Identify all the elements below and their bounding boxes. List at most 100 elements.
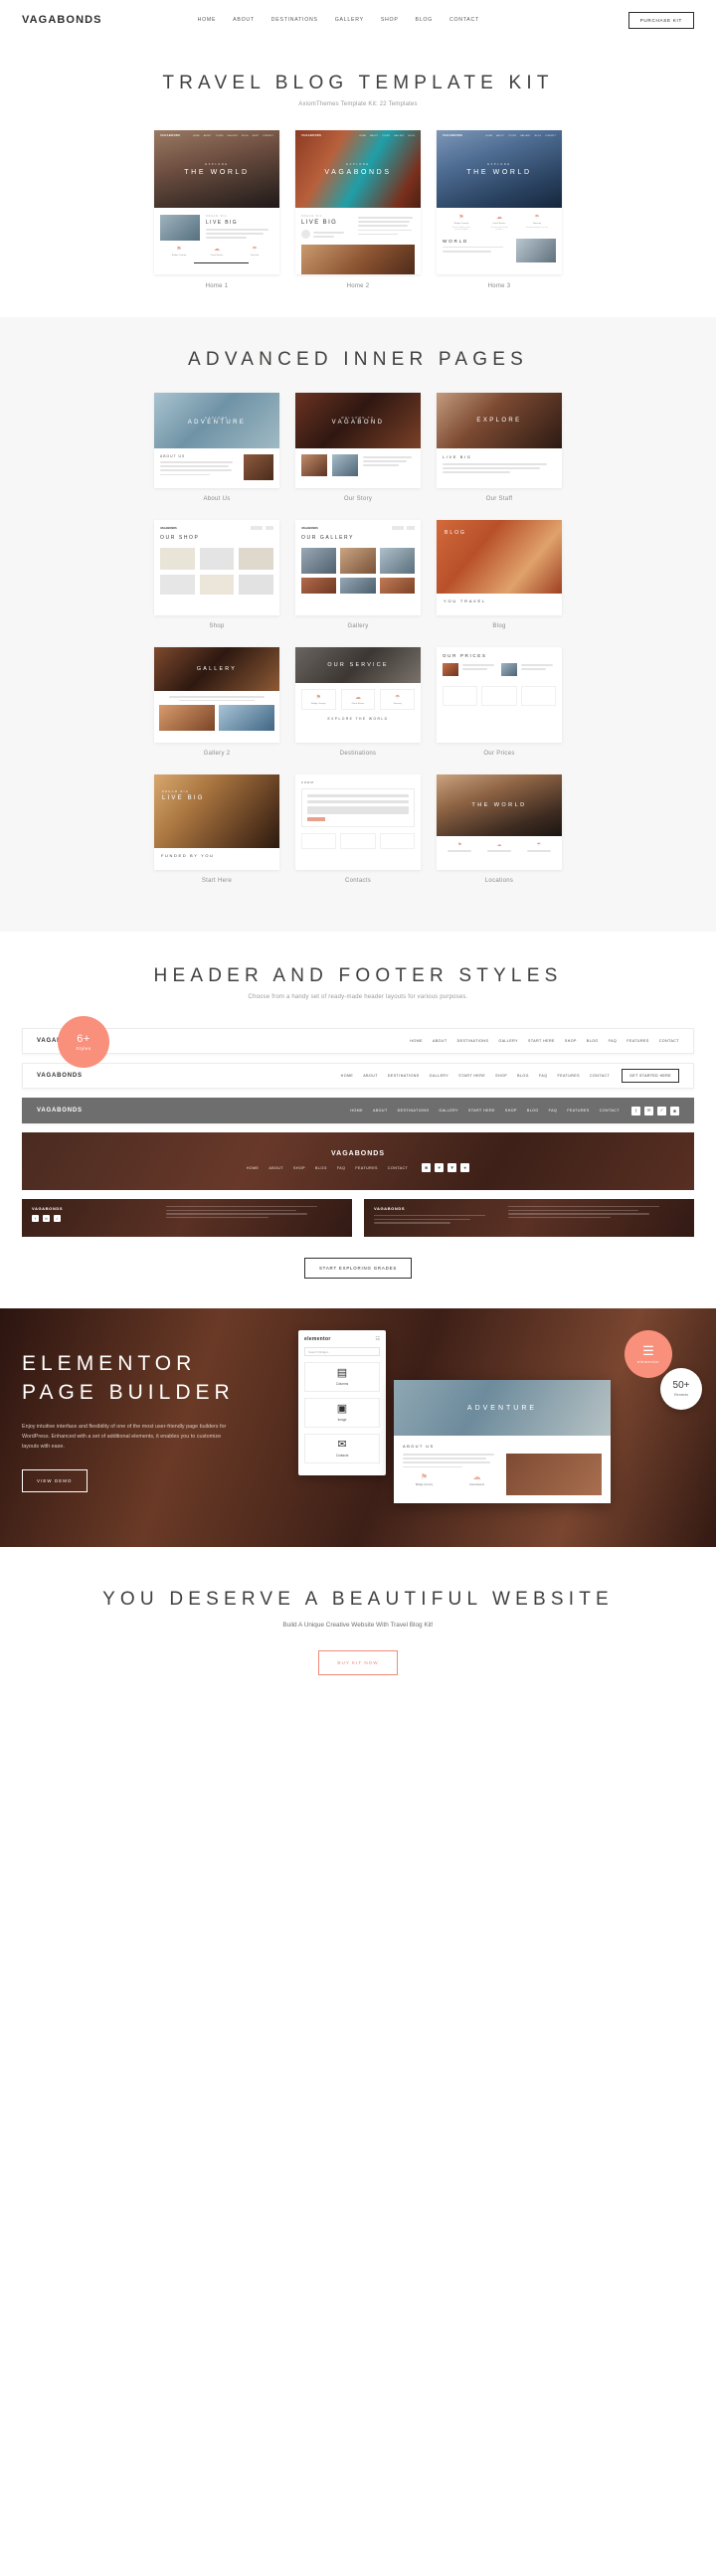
site-logo[interactable]: VAGABONDS bbox=[22, 14, 102, 26]
menu-item[interactable]: GALLERY bbox=[498, 1039, 518, 1043]
header-style-row[interactable]: VAGABONDS HOME ABOUT DESTINATIONS GALLER… bbox=[22, 1098, 694, 1123]
menu-item[interactable]: GALLERY bbox=[430, 1074, 449, 1078]
home-template-preview[interactable]: VAGABONDS HOME ABOUT TOURS GALLERY BLOG … bbox=[437, 130, 562, 274]
elementor-page-preview[interactable]: ADVENTURE ABOUT US ⚑ Bridge Country ☁ Grea… bbox=[394, 1380, 611, 1503]
facebook-icon[interactable]: ■ bbox=[422, 1163, 432, 1172]
widget-search-input[interactable]: Search Widget... bbox=[304, 1347, 380, 1356]
menu-item[interactable]: START HERE bbox=[458, 1074, 485, 1078]
footer-style-card[interactable]: VAGABONDS f ✉ ✓ bbox=[22, 1199, 352, 1237]
home-template-preview[interactable]: VAGABONDS HOME ABOUT TOURS GALLERY BLOG … bbox=[295, 130, 421, 274]
inner-page-preview[interactable]: OUR SERVICE ⚑ Bridge Country ☁ Great Eve… bbox=[295, 647, 421, 743]
inner-page-preview[interactable]: GALLERY bbox=[154, 647, 279, 743]
header-style-photo-row[interactable]: VAGABONDS HOME ABOUT SHOP BLOG FAQ FEATU… bbox=[22, 1132, 694, 1190]
mail-icon[interactable]: ✉ bbox=[43, 1215, 50, 1222]
home-template-card[interactable]: VAGABONDS HOME ABOUT TOURS GALLERY BLOG … bbox=[295, 130, 421, 289]
inner-page-preview[interactable]: EXPLORE ADVENTURE ABOUT US bbox=[154, 393, 279, 488]
menu-item[interactable]: SHOP bbox=[293, 1166, 305, 1170]
twitter-icon[interactable]: ▼ bbox=[448, 1163, 457, 1172]
menu-item[interactable]: CONTACT bbox=[659, 1039, 679, 1043]
inner-page-preview[interactable]: VAGABONDS OUR SHOP bbox=[154, 520, 279, 615]
widget-contacts[interactable]: ✉ Contacts bbox=[304, 1434, 380, 1463]
menu-item[interactable]: FAQ bbox=[549, 1109, 558, 1113]
menu-item[interactable]: BLOG bbox=[527, 1109, 539, 1113]
header-style-cta-button[interactable]: GET STARTED HERE bbox=[622, 1069, 679, 1083]
menu-item[interactable]: CONTACT bbox=[600, 1109, 620, 1113]
inner-page-preview[interactable]: DREAM BIG LIVE BIG FUNDED BY YOU bbox=[154, 774, 279, 870]
menu-item[interactable]: GALLERY bbox=[439, 1109, 458, 1113]
nav-item-home[interactable]: HOME bbox=[198, 17, 217, 23]
menu-item[interactable]: SHOP bbox=[505, 1109, 517, 1113]
menu-item[interactable]: ABOUT bbox=[373, 1109, 388, 1113]
inner-page-card[interactable]: VAGABONDS OUR GALLERY Gallery bbox=[295, 520, 421, 629]
heart-icon[interactable]: ♥ bbox=[435, 1163, 445, 1172]
menu-item[interactable]: BLOG bbox=[315, 1166, 327, 1170]
home-template-card[interactable]: VAGABONDS HOME ABOUT TOURS GALLERY BLOG … bbox=[437, 130, 562, 289]
menu-item[interactable]: FEATURES bbox=[557, 1074, 580, 1078]
menu-item[interactable]: SHOP bbox=[565, 1039, 577, 1043]
buy-kit-now-button[interactable]: BUY KIT NOW bbox=[318, 1650, 398, 1675]
inner-page-card[interactable]: OUR SERVICE ⚑ Bridge Country ☁ Great Eve… bbox=[295, 647, 421, 757]
inner-page-preview[interactable]: EXPLORE LIVE BIG bbox=[437, 393, 562, 488]
inner-page-card[interactable]: FORM Contacts bbox=[295, 774, 421, 884]
purchase-kit-button[interactable]: PURCHASE KIT bbox=[627, 11, 694, 29]
header-style-row[interactable]: VAGABONDS HOME ABOUT DESTINATIONS GALLER… bbox=[22, 1063, 694, 1089]
menu-item[interactable]: FEATURES bbox=[355, 1166, 378, 1170]
inner-page-card[interactable]: BLOG YOU TRAVEL Blog bbox=[437, 520, 562, 629]
grid-icon[interactable]: ☷ bbox=[376, 1336, 380, 1342]
menu-item[interactable]: FAQ bbox=[539, 1074, 548, 1078]
inner-page-card[interactable]: OUR PRICES Our Prices bbox=[437, 647, 562, 757]
menu-item[interactable]: FAQ bbox=[609, 1039, 618, 1043]
menu-item[interactable]: START HERE bbox=[468, 1109, 495, 1113]
footer-style-card[interactable]: VAGABONDS bbox=[364, 1199, 694, 1237]
menu-item[interactable]: START HERE bbox=[528, 1039, 555, 1043]
elementor-widget-panel[interactable]: elementor ☷ Search Widget... ▤ Columns ▣… bbox=[298, 1330, 386, 1475]
menu-item[interactable]: DESTINATIONS bbox=[398, 1109, 430, 1113]
instagram-icon[interactable]: ● bbox=[460, 1163, 470, 1172]
view-demo-button[interactable]: VIEW DEMO bbox=[22, 1468, 88, 1492]
inner-page-preview[interactable]: VAGABONDS OUR GALLERY bbox=[295, 520, 421, 615]
menu-item[interactable]: CONTACT bbox=[388, 1166, 408, 1170]
nav-item-destinations[interactable]: DESTINATIONS bbox=[271, 17, 318, 23]
facebook-icon[interactable]: f bbox=[631, 1106, 640, 1116]
inner-page-card[interactable]: DREAM BIG LIVE BIG FUNDED BY YOU Start H… bbox=[154, 774, 279, 884]
inner-page-preview[interactable]: OUR PRICES bbox=[437, 647, 562, 743]
start-exploring-button[interactable]: START EXPLORING GRADES bbox=[303, 1258, 413, 1279]
inner-page-card[interactable]: EXPLORE ADVENTURE ABOUT US About Us bbox=[154, 393, 279, 502]
header-style-row[interactable]: VAGABONDS HOME ABOUT DESTINATIONS GALLER… bbox=[22, 1028, 694, 1054]
menu-item[interactable]: DESTINATIONS bbox=[457, 1039, 489, 1043]
instagram-icon[interactable]: ■ bbox=[670, 1106, 679, 1116]
menu-item[interactable]: ABOUT bbox=[268, 1166, 283, 1170]
menu-item[interactable]: BLOG bbox=[517, 1074, 529, 1078]
inner-page-card[interactable]: EXPLORE LIVE BIG Our Staff bbox=[437, 393, 562, 502]
menu-item[interactable]: HOME bbox=[247, 1166, 260, 1170]
menu-item[interactable]: HOME bbox=[410, 1039, 423, 1043]
nav-item-gallery[interactable]: GALLERY bbox=[335, 17, 364, 23]
home-template-card[interactable]: VAGABONDS HOME ABOUT TOURS GALLERY BLOG … bbox=[154, 130, 279, 289]
twitter-icon[interactable]: ✓ bbox=[54, 1215, 61, 1222]
nav-item-blog[interactable]: BLOG bbox=[416, 17, 433, 23]
home-template-preview[interactable]: VAGABONDS HOME ABOUT TOURS GALLERY BLOG … bbox=[154, 130, 279, 274]
twitter-icon[interactable]: ✓ bbox=[657, 1106, 666, 1116]
inner-page-preview[interactable]: BLOG YOU TRAVEL bbox=[437, 520, 562, 615]
inner-page-card[interactable]: THE WORLD ⚑ ☁ ☂ Locations bbox=[437, 774, 562, 884]
menu-item[interactable]: DESTINATIONS bbox=[388, 1074, 420, 1078]
menu-item[interactable]: FEATURES bbox=[567, 1109, 590, 1113]
mail-icon[interactable]: ✉ bbox=[644, 1106, 653, 1116]
menu-item[interactable]: ABOUT bbox=[363, 1074, 378, 1078]
menu-item[interactable]: HOME bbox=[350, 1109, 363, 1113]
inner-page-card[interactable]: WELCOME TO VAGABOND Our Story bbox=[295, 393, 421, 502]
menu-item[interactable]: FEATURES bbox=[626, 1039, 649, 1043]
widget-columns[interactable]: ▤ Columns bbox=[304, 1362, 380, 1392]
menu-item[interactable]: CONTACT bbox=[590, 1074, 610, 1078]
menu-item[interactable]: ABOUT bbox=[433, 1039, 448, 1043]
menu-item[interactable]: HOME bbox=[341, 1074, 354, 1078]
nav-item-shop[interactable]: SHOP bbox=[381, 17, 399, 23]
nav-item-contact[interactable]: CONTACT bbox=[449, 17, 479, 23]
nav-item-about[interactable]: ABOUT bbox=[233, 17, 255, 23]
inner-page-preview[interactable]: THE WORLD ⚑ ☁ ☂ bbox=[437, 774, 562, 870]
facebook-icon[interactable]: f bbox=[32, 1215, 39, 1222]
inner-page-preview[interactable]: WELCOME TO VAGABOND bbox=[295, 393, 421, 488]
menu-item[interactable]: SHOP bbox=[495, 1074, 507, 1078]
menu-item[interactable]: BLOG bbox=[587, 1039, 599, 1043]
inner-page-card[interactable]: GALLERY Gallery 2 bbox=[154, 647, 279, 757]
